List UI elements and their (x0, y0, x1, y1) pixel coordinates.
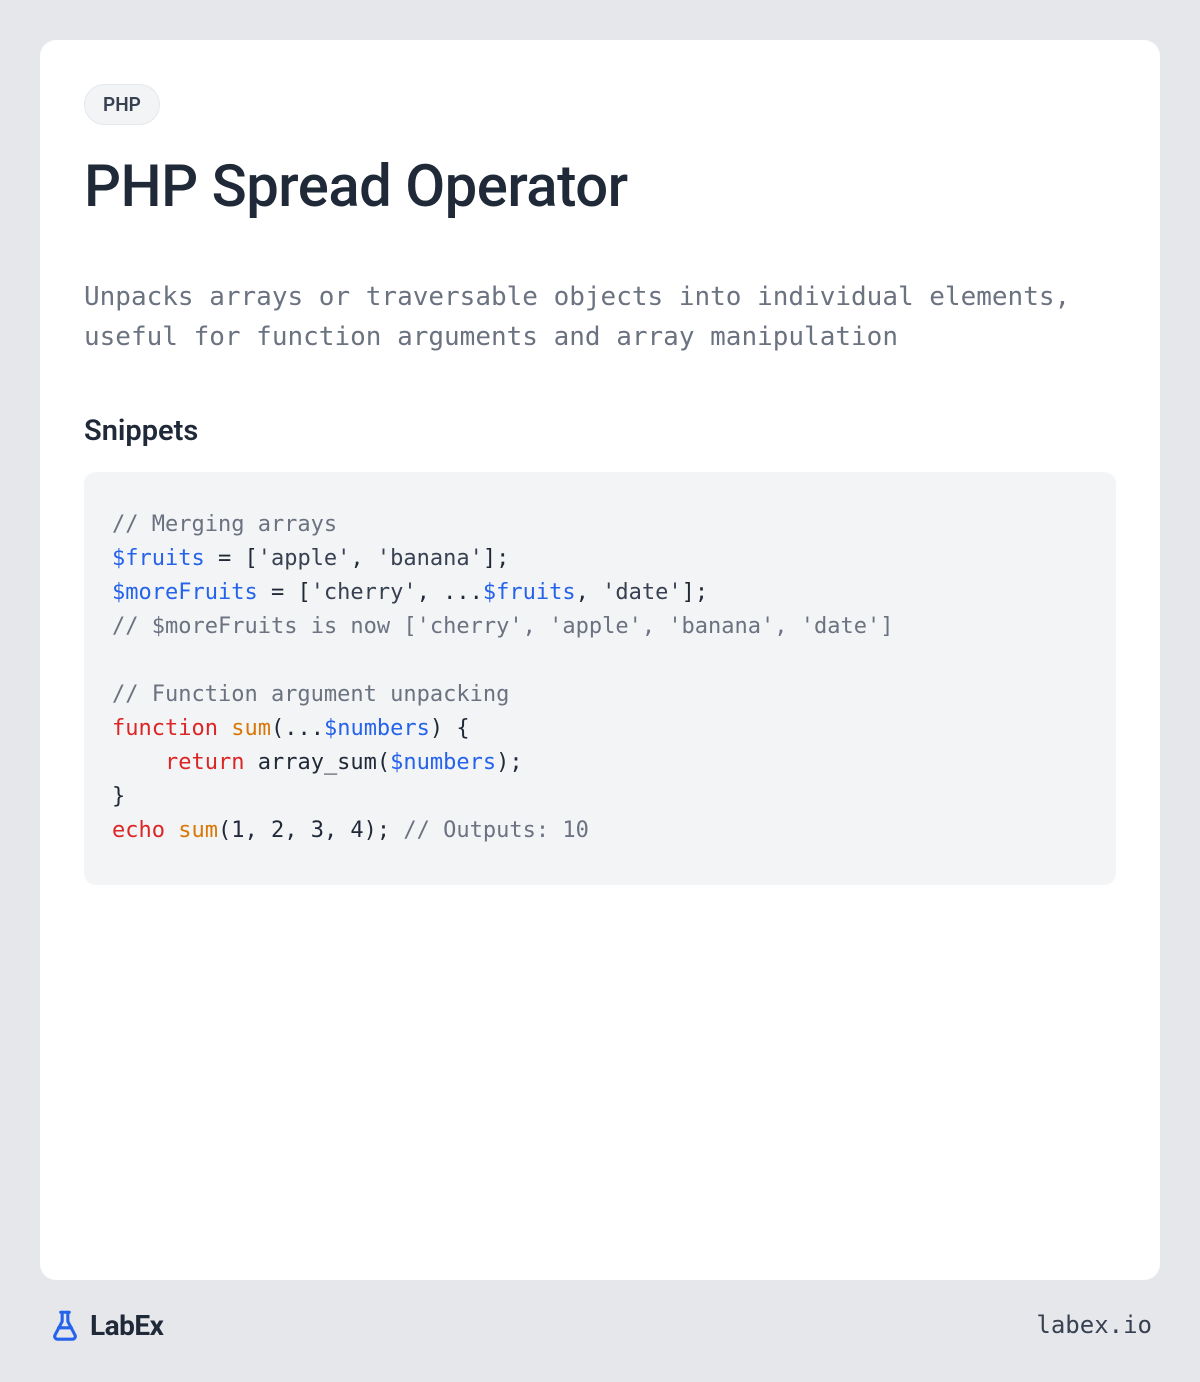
snippets-heading: Snippets (84, 414, 1116, 448)
code-string: 'date' (602, 580, 681, 605)
flask-icon (48, 1308, 82, 1342)
language-badge: PHP (84, 84, 160, 125)
footer-url: labex.io (1036, 1311, 1152, 1339)
code-text (112, 750, 165, 775)
description-text: Unpacks arrays or traversable objects in… (84, 277, 1116, 358)
code-text: = [ (258, 580, 311, 605)
page-title: PHP Spread Operator (84, 153, 1116, 221)
code-function: sum (231, 716, 271, 741)
code-text: , (576, 580, 603, 605)
code-text: } (112, 784, 125, 809)
code-variable: $fruits (112, 546, 205, 571)
code-comment: // Function argument unpacking (112, 682, 509, 707)
footer: LabEx labex.io (40, 1280, 1160, 1342)
brand-name: LabEx (90, 1309, 163, 1342)
code-comment: // $moreFruits is now ['cherry', 'apple'… (112, 614, 893, 639)
code-text (165, 818, 178, 843)
code-keyword: echo (112, 818, 165, 843)
code-keyword: function (112, 716, 218, 741)
code-text: (... (271, 716, 324, 741)
code-keyword: return (165, 750, 244, 775)
code-comment: // Outputs: 10 (403, 818, 588, 843)
code-snippet: // Merging arrays $fruits = ['apple', 'b… (84, 472, 1116, 885)
code-variable: $numbers (324, 716, 430, 741)
brand-logo: LabEx (48, 1308, 163, 1342)
content-card: PHP PHP Spread Operator Unpacks arrays o… (40, 40, 1160, 1280)
code-string: 'cherry' (311, 580, 417, 605)
code-text: array_sum( (244, 750, 390, 775)
code-variable: $numbers (390, 750, 496, 775)
code-string: 'apple' (258, 546, 351, 571)
code-function: sum (178, 818, 218, 843)
code-text: = [ (205, 546, 258, 571)
code-text: ]; (483, 546, 510, 571)
code-text: ) { (430, 716, 470, 741)
code-text: (1, 2, 3, 4); (218, 818, 403, 843)
code-variable: $fruits (483, 580, 576, 605)
code-text (218, 716, 231, 741)
code-text: ); (496, 750, 523, 775)
code-variable: $moreFruits (112, 580, 258, 605)
code-string: 'banana' (377, 546, 483, 571)
code-text: ]; (682, 580, 709, 605)
code-text: , ... (417, 580, 483, 605)
code-text: , (350, 546, 377, 571)
code-comment: // Merging arrays (112, 512, 337, 537)
